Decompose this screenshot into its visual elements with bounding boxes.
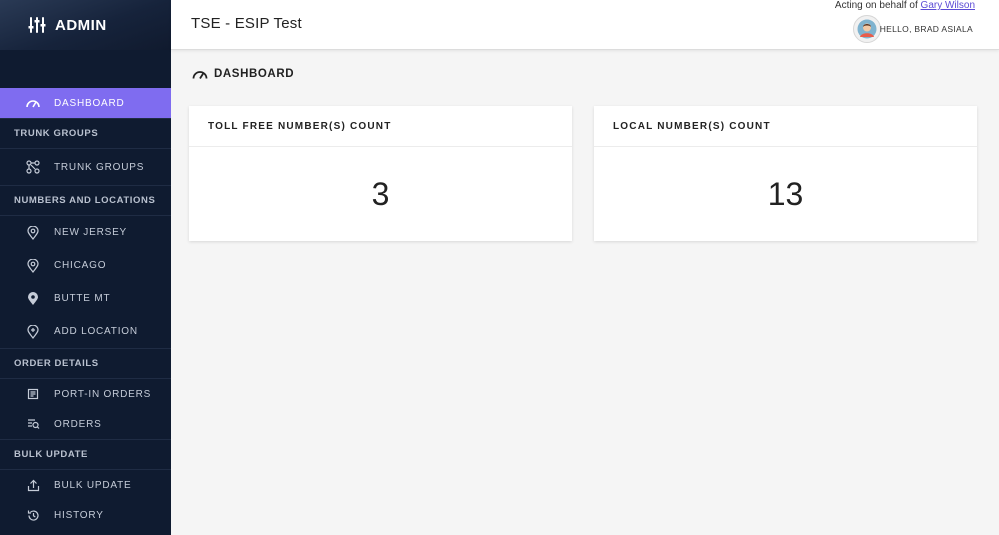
acting-on-behalf: Acting on behalf of Gary Wilson bbox=[835, 0, 975, 11]
sidebar-item-label: BULK UPDATE bbox=[54, 479, 132, 491]
gauge-icon bbox=[26, 96, 40, 110]
toll-free-count-card: TOLL FREE NUMBER(S) COUNT 3 bbox=[189, 106, 572, 241]
sidebar-item-new-jersey[interactable]: NEW JERSEY bbox=[0, 216, 171, 249]
section-order-details: ORDER DETAILS bbox=[0, 348, 171, 379]
sidebar-item-dashboard[interactable]: DASHBOARD bbox=[0, 88, 171, 118]
sidebar-item-label: CHICAGO bbox=[54, 260, 107, 271]
sidebar-item-port-in-orders[interactable]: PORT-IN ORDERS bbox=[0, 379, 171, 409]
sidebar-item-label: ADD LOCATION bbox=[54, 326, 138, 337]
inbox-icon bbox=[26, 387, 40, 401]
location-pin-filled-icon bbox=[26, 291, 40, 306]
sidebar-nav: DASHBOARD TRUNK GROUPS TRUNK GROUPS NUMB… bbox=[0, 88, 171, 530]
card-title: LOCAL NUMBER(S) COUNT bbox=[594, 106, 977, 147]
section-title: DASHBOARD bbox=[214, 68, 295, 80]
sidebar-item-history[interactable]: HISTORY bbox=[0, 500, 171, 530]
sliders-icon bbox=[28, 17, 46, 33]
sidebar-item-label: BUTTE MT bbox=[54, 293, 111, 304]
section-bulk-update: BULK UPDATE bbox=[0, 439, 171, 470]
gauge-icon bbox=[192, 71, 208, 79]
card-value: 3 bbox=[371, 175, 390, 212]
section-numbers-locations: NUMBERS AND LOCATIONS bbox=[0, 185, 171, 216]
search-list-icon bbox=[26, 417, 40, 431]
dashboard-heading: DASHBOARD bbox=[192, 68, 294, 80]
network-icon bbox=[26, 160, 40, 174]
location-pin-icon bbox=[26, 225, 40, 240]
brand[interactable]: ADMIN bbox=[0, 0, 171, 50]
acting-prefix: Acting on behalf of bbox=[834, 0, 918, 11]
add-location-icon bbox=[26, 324, 40, 339]
sidebar-item-label: NEW JERSEY bbox=[54, 227, 128, 238]
history-icon bbox=[26, 508, 40, 522]
sidebar-item-label: ORDERS bbox=[54, 418, 102, 430]
user-greeting: HELLO, BRAD ASIALA bbox=[879, 24, 973, 34]
acting-user-link[interactable]: Gary Wilson bbox=[921, 0, 975, 11]
sidebar-item-label: PORT-IN ORDERS bbox=[54, 388, 152, 400]
card-title: TOLL FREE NUMBER(S) COUNT bbox=[189, 106, 572, 147]
avatar[interactable] bbox=[853, 15, 881, 43]
sidebar-item-label: TRUNK GROUPS bbox=[54, 161, 145, 173]
sidebar: ADMIN DASHBOARD TRUNK GROUPS TRUNK GROUP… bbox=[0, 0, 171, 535]
sidebar-item-chicago[interactable]: CHICAGO bbox=[0, 249, 171, 282]
page-title: TSE - ESIP Test bbox=[191, 15, 302, 32]
sidebar-item-label: DASHBOARD bbox=[54, 97, 125, 109]
local-count-card: LOCAL NUMBER(S) COUNT 13 bbox=[594, 106, 977, 241]
section-trunk-groups: TRUNK GROUPS bbox=[0, 118, 171, 149]
sidebar-item-label: HISTORY bbox=[54, 509, 104, 521]
sidebar-item-bulk-update[interactable]: BULK UPDATE bbox=[0, 470, 171, 500]
card-value: 13 bbox=[767, 175, 804, 212]
sidebar-item-orders[interactable]: ORDERS bbox=[0, 409, 171, 439]
location-pin-icon bbox=[26, 258, 40, 273]
user-avatar-icon bbox=[857, 19, 877, 39]
sidebar-item-trunk-groups[interactable]: TRUNK GROUPS bbox=[0, 152, 171, 182]
sidebar-item-add-location[interactable]: ADD LOCATION bbox=[0, 315, 171, 348]
sidebar-item-butte-mt[interactable]: BUTTE MT bbox=[0, 282, 171, 315]
top-header: TSE - ESIP Test Acting on behalf of Gary… bbox=[171, 0, 999, 50]
brand-title: ADMIN bbox=[55, 16, 107, 34]
upload-icon bbox=[26, 478, 40, 492]
